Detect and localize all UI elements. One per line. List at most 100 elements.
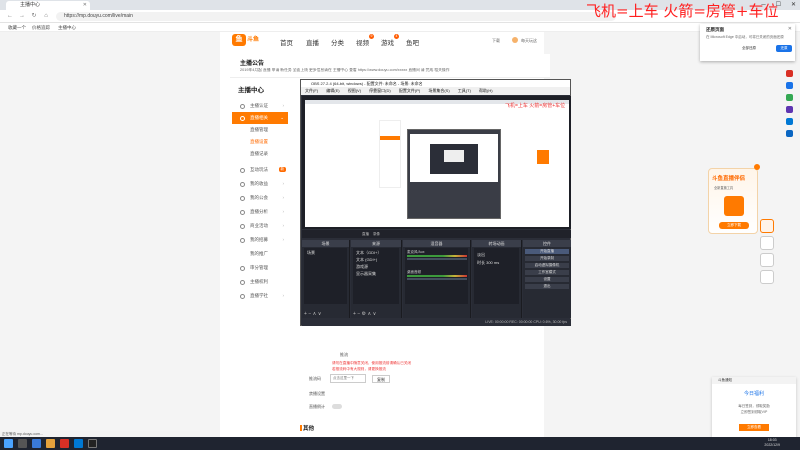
obs-menu-scene-collection[interactable]: 场景集合(S) (428, 88, 449, 93)
down-icon[interactable]: ∨ (373, 311, 377, 317)
restore-all-link[interactable]: 全部还原 (742, 46, 756, 51)
close-tab-icon[interactable]: ✕ (83, 1, 87, 10)
sidebar-item-live-settings[interactable]: 直播设置 (232, 136, 288, 148)
down-icon[interactable]: ∨ (318, 311, 322, 317)
sidebar-item-income[interactable]: 我的收益 › (232, 178, 288, 190)
obs-menu-file[interactable]: 文件(F) (305, 88, 318, 93)
notification-button[interactable]: 立即查看 (739, 424, 769, 431)
favorite-item[interactable]: 收藏一个 (8, 23, 26, 32)
up-icon[interactable]: ∧ (368, 311, 372, 317)
remove-icon[interactable]: − (357, 311, 360, 317)
add-icon[interactable]: + (353, 311, 356, 317)
obs-menu-tools[interactable]: 工具(T) (458, 88, 471, 93)
obs-window[interactable]: OBS 27.2.4 (64-bit, windows) - 配置文件: 未命名… (300, 79, 571, 326)
scene-item[interactable]: 场景 (307, 250, 315, 256)
obs-menu-help[interactable]: 帮助(H) (479, 88, 493, 93)
obs-menu-view[interactable]: 视图(V) (348, 88, 361, 93)
gear-icon[interactable]: ⚙ (362, 311, 366, 317)
obs-menu-docks[interactable]: 停靠窗口(D) (369, 88, 391, 93)
sidebar-item-business[interactable]: 商业活动 › (232, 220, 288, 232)
obs-menu-profile[interactable]: 配置文件(P) (399, 88, 420, 93)
start-icon[interactable] (4, 439, 13, 448)
app-icon[interactable] (60, 439, 69, 448)
collections-icon[interactable] (786, 70, 793, 77)
sidebar-item-review[interactable]: 审分管理 (232, 262, 288, 274)
avatar[interactable] (512, 37, 518, 43)
nav-live[interactable]: 直播 (306, 37, 319, 47)
volume-slider[interactable] (407, 278, 467, 280)
favorite-item[interactable]: 主播中心 (58, 23, 76, 32)
settings-button[interactable]: 设置 (525, 277, 569, 282)
stream-code-input[interactable]: 点击这里一下 (330, 374, 366, 383)
office-icon[interactable] (786, 118, 793, 125)
sidebar-item-recruit[interactable]: 我的招募 › (232, 234, 288, 246)
browser-tab[interactable]: 主播中心 ✕ (6, 1, 90, 10)
tools-icon[interactable] (786, 106, 793, 113)
clock[interactable]: 18:03 2022/12/9 (764, 438, 780, 448)
back-icon[interactable]: ← (6, 12, 14, 20)
up-icon[interactable]: ∧ (313, 311, 317, 317)
explorer-icon[interactable] (46, 439, 55, 448)
feedback-float-icon[interactable] (760, 253, 774, 267)
transition-select[interactable]: 淡出 (477, 252, 485, 258)
favorite-item[interactable]: 价格追踪 (32, 23, 50, 32)
username[interactable]: 每天玩这 (521, 38, 537, 44)
games-icon[interactable] (786, 94, 793, 101)
outlook-icon[interactable] (786, 130, 793, 137)
add-icon[interactable]: + (304, 311, 307, 317)
mixer-channel-mic[interactable]: 麦克风/Aux (407, 250, 467, 264)
close-icon[interactable]: ✕ (788, 26, 792, 32)
sidebar-item-live[interactable]: 直播相关 ⌄ (232, 112, 288, 124)
sidebar-item-analysis[interactable]: 直播分析 › (232, 206, 288, 218)
taskview-icon[interactable] (32, 439, 41, 448)
start-recording-button[interactable]: 开始录制 (525, 256, 569, 261)
close-icon[interactable] (754, 164, 760, 170)
source-item[interactable]: 文本（GDI+） (356, 250, 381, 256)
forward-icon[interactable]: → (18, 12, 26, 20)
source-item[interactable]: 显示器采集 (356, 271, 376, 277)
sidebar-item-guild[interactable]: 我的公会 › (232, 192, 288, 204)
obs-icon[interactable] (88, 439, 97, 448)
sidebar-item-promo[interactable]: 我的推广 (232, 248, 288, 260)
nav-home[interactable]: 首页 (280, 37, 293, 47)
sidebar-item-rights[interactable]: 主播权利 (232, 276, 288, 288)
transition-duration[interactable]: 时长 300 ms (477, 260, 499, 266)
nav-category[interactable]: 分类 (331, 37, 344, 47)
sidebar-item-auth[interactable]: 主播认证 › (232, 100, 288, 112)
promo-download-button[interactable]: 立即下载 (719, 222, 749, 229)
source-item[interactable]: 游戏源 (356, 264, 368, 270)
close-window-icon[interactable]: ✕ (791, 0, 796, 10)
float-button[interactable] (760, 219, 774, 233)
home-icon[interactable]: ⌂ (42, 12, 50, 20)
exit-button[interactable]: 退出 (525, 284, 569, 289)
nav-video[interactable]: 视频 9 (356, 34, 374, 47)
search-icon[interactable] (786, 82, 793, 89)
countdown-toggle[interactable] (332, 404, 342, 409)
url-input[interactable]: https://mp.douyu.com/live/main (56, 12, 616, 21)
source-item[interactable]: 文本 (GDI+) (356, 257, 377, 263)
home-float-icon[interactable] (760, 236, 774, 250)
restore-button[interactable]: 还原 (776, 45, 792, 52)
top-float-icon[interactable] (760, 270, 774, 284)
sidebar-item-live-record[interactable]: 直播记录 (232, 148, 288, 160)
edge-icon[interactable] (74, 439, 83, 448)
assistant-promo[interactable]: 斗鱼直播伴侣 全新直播工具 立即下载 (708, 164, 760, 234)
obs-preview[interactable]: 飞机=上车 火箭=房管+车位 (302, 96, 571, 229)
studio-mode-button[interactable]: 工作室模式 (525, 270, 569, 275)
search-icon[interactable] (18, 439, 27, 448)
mixer-channel-desktop[interactable]: 桌面音频 (407, 270, 467, 284)
refresh-icon[interactable]: ↻ (30, 12, 38, 20)
sidebar-item-interact[interactable]: 互动玩法 新 (232, 164, 288, 176)
sidebar-item-live-manage[interactable]: 直播管理 (232, 124, 288, 136)
volume-slider[interactable] (407, 258, 467, 260)
obs-menu-edit[interactable]: 编辑(E) (326, 88, 339, 93)
remove-icon[interactable]: − (308, 311, 311, 317)
douyu-logo[interactable]: 鱼 斗鱼 (232, 34, 266, 48)
copy-button[interactable]: 复制 (372, 375, 390, 383)
sidebar-item-school[interactable]: 直播学社 › (232, 290, 288, 302)
nav-yuba[interactable]: 鱼吧 (406, 37, 419, 47)
start-streaming-button[interactable]: 开始直播 (525, 249, 569, 254)
nav-games[interactable]: 游戏 4 (381, 34, 399, 47)
virtual-camera-button[interactable]: 启动虚拟摄像机 (525, 263, 569, 268)
download-link[interactable]: 下载 (492, 38, 500, 44)
